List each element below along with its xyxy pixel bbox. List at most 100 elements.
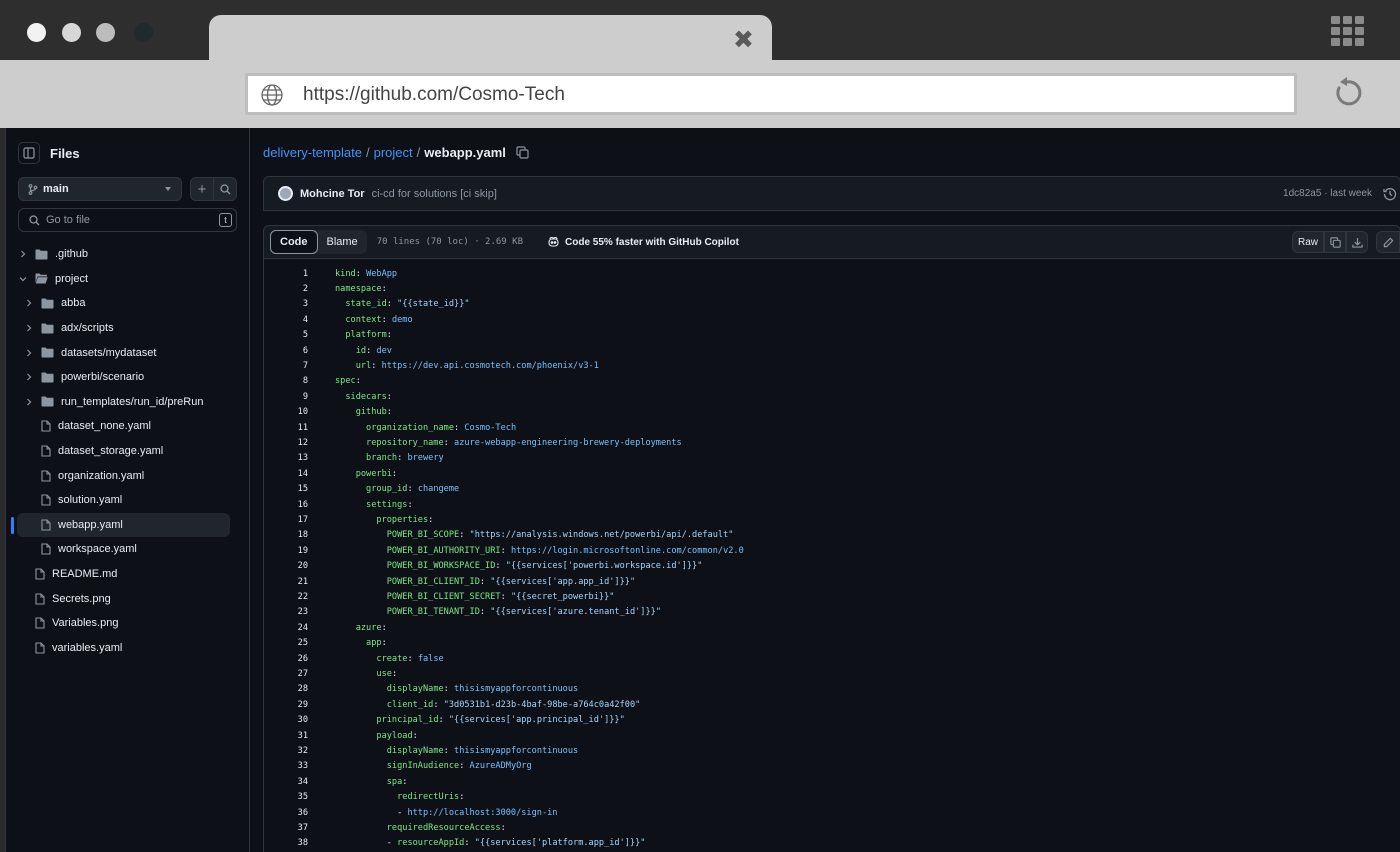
line-number[interactable]: 22	[264, 592, 308, 602]
line-number[interactable]: 6	[264, 346, 308, 356]
address-bar[interactable]: https://github.com/Cosmo-Tech	[245, 73, 1297, 115]
line-number[interactable]: 28	[264, 684, 308, 694]
line-number[interactable]: 29	[264, 700, 308, 710]
tree-item[interactable]: workspace.yaml	[6, 537, 250, 562]
line-number[interactable]: 37	[264, 823, 308, 833]
line-number[interactable]: 11	[264, 423, 308, 433]
line-number[interactable]: 38	[264, 838, 308, 848]
line-number[interactable]: 17	[264, 515, 308, 525]
reload-icon[interactable]	[1331, 76, 1365, 110]
line-number[interactable]: 23	[264, 607, 308, 617]
chevron-right-icon[interactable]	[23, 398, 35, 406]
line-number[interactable]: 25	[264, 638, 308, 648]
window-minimize-dot[interactable]	[62, 23, 81, 42]
tab-code[interactable]: Code	[270, 230, 318, 254]
copy-raw-button[interactable]	[1324, 231, 1346, 253]
commit-meta[interactable]: 1dc82a5 · last week	[1283, 188, 1372, 199]
line-number[interactable]: 24	[264, 623, 308, 633]
tree-item[interactable]: datasets/mydataset	[6, 340, 250, 365]
window-maximize-dot[interactable]	[96, 23, 115, 42]
yaml-value: brewery	[407, 453, 444, 464]
apps-grid-icon[interactable]	[1331, 16, 1365, 48]
line-content: url: https://dev.api.cosmotech.com/phoen…	[335, 361, 599, 371]
tree-item[interactable]: project	[6, 267, 250, 292]
line-number[interactable]: 5	[264, 330, 308, 340]
line-number[interactable]: 8	[264, 376, 308, 386]
history-icon[interactable]	[1383, 187, 1397, 206]
tab-close-icon[interactable]: ✖	[733, 26, 754, 54]
commit-author[interactable]: Mohcine Tor	[300, 188, 365, 200]
line-number[interactable]: 34	[264, 777, 308, 787]
window-close-dot[interactable]	[27, 23, 46, 42]
line-number[interactable]: 2	[264, 284, 308, 294]
line-number[interactable]: 35	[264, 792, 308, 802]
tree-item[interactable]: powerbi/scenario	[6, 365, 250, 390]
tree-item[interactable]: adx/scripts	[6, 316, 250, 341]
tree-item[interactable]: abba	[6, 291, 250, 316]
url-text[interactable]: https://github.com/Cosmo-Tech	[303, 84, 565, 106]
edit-button[interactable]	[1376, 231, 1400, 253]
line-number[interactable]: 15	[264, 484, 308, 494]
breadcrumb-folder-link[interactable]: project	[374, 145, 413, 160]
tree-item[interactable]: .github	[6, 242, 250, 267]
avatar[interactable]	[278, 186, 293, 201]
line-number[interactable]: 9	[264, 392, 308, 402]
line-number[interactable]: 12	[264, 438, 308, 448]
chevron-right-icon[interactable]	[23, 299, 35, 307]
line-number[interactable]: 26	[264, 654, 308, 664]
raw-button[interactable]: Raw	[1292, 231, 1324, 253]
chevron-down-icon	[165, 187, 171, 191]
sidebar-collapse-icon[interactable]	[18, 142, 40, 164]
line-number[interactable]: 1	[264, 269, 308, 279]
line-number[interactable]: 30	[264, 715, 308, 725]
chevron-right-icon[interactable]	[23, 373, 35, 381]
line-number[interactable]: 33	[264, 761, 308, 771]
line-number[interactable]: 36	[264, 808, 308, 818]
tree-item[interactable]: dataset_storage.yaml	[6, 439, 250, 464]
go-to-file-input[interactable]	[46, 214, 216, 226]
line-number[interactable]: 16	[264, 500, 308, 510]
line-number[interactable]: 32	[264, 746, 308, 756]
tab-blame[interactable]: Blame	[318, 230, 367, 254]
search-files-button[interactable]	[213, 177, 237, 201]
download-button[interactable]	[1346, 231, 1368, 253]
chevron-right-icon[interactable]	[17, 250, 29, 258]
tree-item[interactable]: variables.yaml	[6, 636, 250, 661]
tree-item[interactable]: Secrets.png	[6, 586, 250, 611]
line-number[interactable]: 31	[264, 731, 308, 741]
tree-item[interactable]: dataset_none.yaml	[6, 414, 250, 439]
line-number[interactable]: 21	[264, 577, 308, 587]
tree-item[interactable]: run_templates/run_id/preRun	[6, 390, 250, 415]
yaml-key: POWER_BI_CLIENT_ID	[386, 576, 480, 587]
line-number[interactable]: 13	[264, 453, 308, 463]
chevron-down-icon[interactable]	[17, 275, 29, 283]
line-number[interactable]: 3	[264, 299, 308, 309]
code-view[interactable]: 1 kind: WebApp 2 namespace: 3 state_id: "{{s…	[263, 259, 1400, 852]
yaml-colon: :	[407, 653, 418, 664]
go-to-file-field[interactable]: t	[18, 208, 237, 232]
chevron-right-icon[interactable]	[23, 324, 35, 332]
file-icon	[41, 420, 51, 433]
line-number[interactable]: 14	[264, 469, 308, 479]
line-number[interactable]: 18	[264, 530, 308, 540]
line-number[interactable]: 10	[264, 407, 308, 417]
line-number[interactable]: 19	[264, 546, 308, 556]
browser-tab[interactable]: ✖	[209, 15, 772, 65]
branch-selector[interactable]: main	[18, 177, 182, 201]
window-extra-dot[interactable]	[134, 23, 153, 42]
commit-message[interactable]: ci-cd for solutions [ci skip]	[372, 188, 497, 200]
add-file-button[interactable]: +	[190, 177, 214, 201]
tree-item[interactable]: README.md	[6, 562, 250, 587]
chevron-right-icon[interactable]	[23, 349, 35, 357]
copilot-promo[interactable]: Code 55% faster with GitHub Copilot	[547, 236, 739, 248]
line-number[interactable]: 27	[264, 669, 308, 679]
line-number[interactable]: 4	[264, 315, 308, 325]
tree-item[interactable]: webapp.yaml	[11, 512, 230, 538]
tree-item[interactable]: solution.yaml	[6, 488, 250, 513]
tree-item[interactable]: organization.yaml	[6, 463, 250, 488]
copy-path-icon[interactable]	[516, 146, 529, 159]
tree-item[interactable]: Variables.png	[6, 611, 250, 636]
breadcrumb-repo-link[interactable]: delivery-template	[263, 145, 362, 160]
line-number[interactable]: 7	[264, 361, 308, 371]
line-number[interactable]: 20	[264, 561, 308, 571]
